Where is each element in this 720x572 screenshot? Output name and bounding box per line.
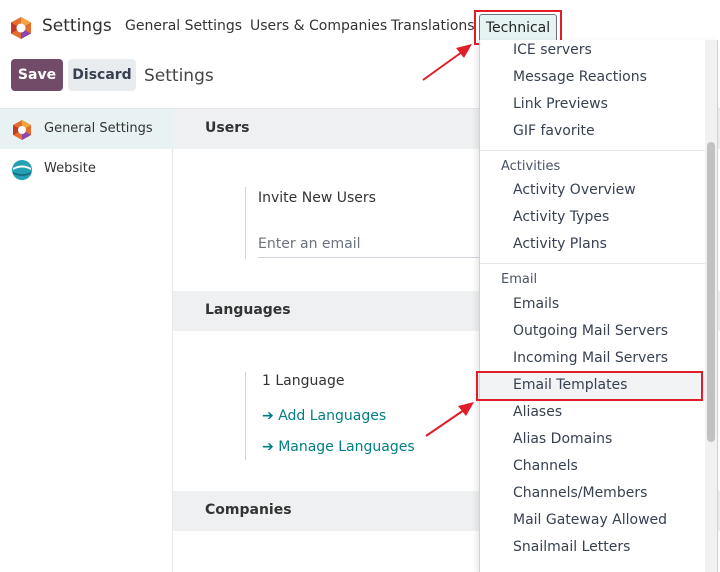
arrow-to-technical <box>422 44 472 81</box>
arrow-to-email-templates <box>425 402 474 437</box>
annotation-arrows <box>422 44 474 437</box>
